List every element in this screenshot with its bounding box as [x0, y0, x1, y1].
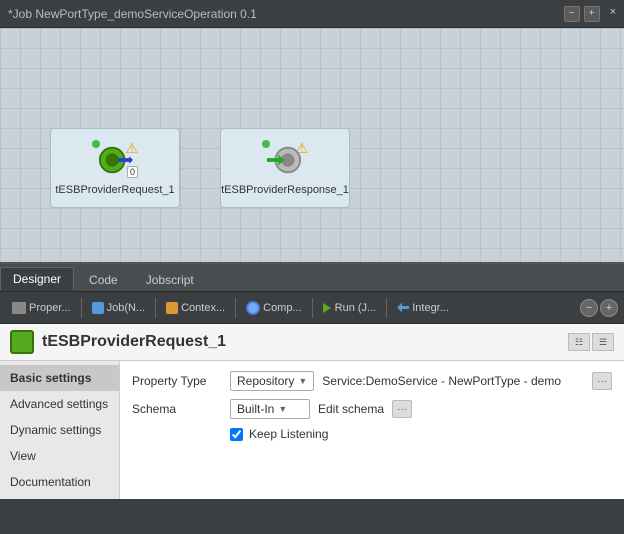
schema-label: Schema — [132, 402, 222, 416]
tabs-bar: Designer Code Jobscript — [0, 264, 624, 292]
list-view-button[interactable]: ☰ — [592, 333, 614, 351]
nav-view[interactable]: View — [0, 443, 119, 469]
schema-ellipsis-button[interactable]: ··· — [392, 400, 412, 418]
toolbar-run-button[interactable]: Run (J... — [317, 299, 383, 317]
property-type-ellipsis-button[interactable]: ··· — [592, 372, 612, 390]
node-request-icon-area: ⚠ 0 — [90, 140, 140, 180]
toolbar-comp-button[interactable]: Comp... — [240, 298, 308, 318]
toolbar-proper-button[interactable]: Proper... — [6, 299, 77, 317]
schema-dropdown[interactable]: Built-In ▼ — [230, 399, 310, 419]
proper-icon — [12, 302, 26, 314]
tab-designer[interactable]: Designer — [0, 267, 74, 291]
toolbar-sep-1 — [81, 298, 82, 318]
canvas-area: ⚠ 0 tESBProvid — [0, 28, 624, 264]
toolbar-sep-5 — [386, 298, 387, 318]
toolbar-sep-3 — [235, 298, 236, 318]
left-nav: Basic settings Advanced settings Dynamic… — [0, 361, 120, 499]
node-request-label: tESBProviderRequest_1 — [55, 184, 174, 196]
context-icon — [166, 302, 178, 314]
settings-panel: Property Type Repository ▼ Service:DemoS… — [120, 361, 624, 499]
toolbar: Proper... Job(N... Contex... Comp... Run… — [0, 292, 624, 324]
maximize-button[interactable]: + — [584, 6, 600, 22]
toolbar-sep-2 — [155, 298, 156, 318]
response-icon — [267, 142, 303, 178]
nav-basic-settings[interactable]: Basic settings — [0, 365, 119, 391]
schema-row: Schema Built-In ▼ Edit schema ··· — [132, 399, 612, 419]
integ-icon — [397, 303, 409, 313]
dropdown-arrow-1: ▼ — [298, 376, 307, 386]
node-response[interactable]: ⚠ tESBProviderResponse_1 — [220, 128, 350, 208]
title-bar: *Job NewPortType_demoServiceOperation 0.… — [0, 0, 624, 28]
property-type-value: Service:DemoService - NewPortType - demo — [322, 374, 584, 388]
component-icon — [10, 330, 34, 354]
keep-listening-checkbox[interactable] — [230, 428, 243, 441]
node-counter: 0 — [127, 166, 138, 178]
keep-listening-label: Keep Listening — [249, 427, 328, 441]
close-button[interactable]: × — [610, 6, 616, 22]
tab-jobscript[interactable]: Jobscript — [133, 267, 207, 291]
toolbar-job-button[interactable]: Job(N... — [86, 299, 152, 317]
property-type-row: Property Type Repository ▼ Service:DemoS… — [132, 371, 612, 391]
minimize-button[interactable]: − — [564, 6, 580, 22]
run-icon — [323, 303, 331, 313]
component-title: tESBProviderRequest_1 — [42, 333, 560, 351]
dropdown-arrow-2: ▼ — [278, 404, 287, 414]
window-title: *Job NewPortType_demoServiceOperation 0.… — [8, 7, 564, 21]
bottom-panel: tESBProviderRequest_1 ☷ ☰ Basic settings… — [0, 324, 624, 499]
nav-dynamic-settings[interactable]: Dynamic settings — [0, 417, 119, 443]
tab-code[interactable]: Code — [76, 267, 131, 291]
node-request[interactable]: ⚠ 0 tESBProvid — [50, 128, 180, 208]
node-response-icon-area: ⚠ — [260, 140, 310, 180]
keep-listening-row: Keep Listening — [230, 427, 612, 441]
toolbar-sep-4 — [312, 298, 313, 318]
edit-schema-button[interactable]: Edit schema — [318, 402, 384, 416]
node-response-label: tESBProviderResponse_1 — [221, 184, 349, 196]
window-controls: − + × — [564, 6, 616, 22]
job-icon — [92, 302, 104, 314]
nav-advanced-settings[interactable]: Advanced settings — [0, 391, 119, 417]
toolbar-plus-button[interactable]: + — [600, 299, 618, 317]
content-area: Basic settings Advanced settings Dynamic… — [0, 361, 624, 499]
component-header: tESBProviderRequest_1 ☷ ☰ — [0, 324, 624, 361]
grid-view-button[interactable]: ☷ — [568, 333, 590, 351]
property-type-label: Property Type — [132, 374, 222, 388]
toolbar-context-button[interactable]: Contex... — [160, 299, 231, 317]
nav-documentation[interactable]: Documentation — [0, 469, 119, 495]
toolbar-minus-button[interactable]: − — [580, 299, 598, 317]
comp-icon — [246, 301, 260, 315]
toolbar-integ-button[interactable]: Integr... — [391, 299, 455, 317]
property-type-dropdown[interactable]: Repository ▼ — [230, 371, 314, 391]
view-buttons: ☷ ☰ — [568, 333, 614, 351]
